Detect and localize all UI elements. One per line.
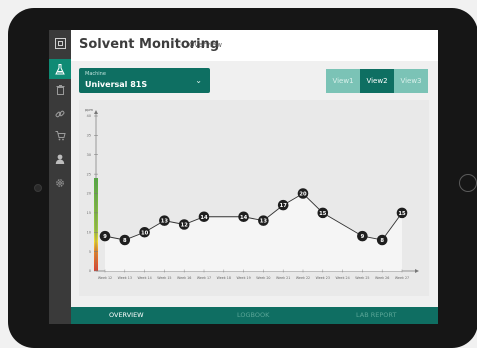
data-label: 8 (380, 238, 384, 244)
link-icon[interactable] (49, 104, 71, 124)
y-tick-label: 0 (89, 269, 91, 273)
data-label: 13 (260, 219, 268, 225)
x-tick-label: Week 24 (335, 276, 349, 280)
x-tick-label: Week 21 (276, 276, 290, 280)
user-icon[interactable] (49, 149, 71, 169)
y-tick-label: 20 (87, 192, 91, 196)
view1-button[interactable]: View1 (326, 69, 360, 93)
tab-overview[interactable]: OVERVIEW (109, 311, 144, 319)
x-tick-label: Week 12 (98, 276, 112, 280)
cart-icon[interactable] (49, 126, 71, 146)
y-tick-label: 30 (87, 153, 91, 157)
y-tick-label: 40 (87, 114, 91, 118)
y-tick-label: 35 (87, 134, 91, 138)
data-label: 13 (161, 219, 169, 225)
x-tick-label: Week 18 (217, 276, 231, 280)
machine-label: Machine (85, 71, 106, 77)
data-label: 14 (240, 215, 248, 221)
data-label: 15 (398, 211, 406, 217)
app-screen: Solvent Monitoring › Overview Machine Un… (49, 30, 438, 324)
tab-lab-report[interactable]: LAB REPORT (356, 311, 396, 319)
data-label: 8 (123, 238, 127, 244)
chevron-down-icon: ⌄ (195, 76, 202, 85)
x-tick-label: Week 17 (197, 276, 211, 280)
view2-button[interactable]: View2 (360, 69, 394, 93)
y-axis-arrow (94, 110, 98, 114)
x-tick-label: Week 25 (355, 276, 369, 280)
tab-logbook[interactable]: LOGBOOK (237, 311, 269, 319)
x-tick-label: Week 13 (118, 276, 132, 280)
data-label: 9 (103, 234, 107, 240)
gear-icon[interactable] (49, 173, 71, 193)
x-tick-label: Week 22 (296, 276, 310, 280)
sidebar (49, 30, 71, 324)
x-tick-label: Week 19 (236, 276, 250, 280)
x-tick-label: Week 20 (256, 276, 270, 280)
data-label: 17 (280, 203, 288, 209)
header: Solvent Monitoring › Overview (71, 30, 438, 61)
view-switcher: View1 View2 View3 (326, 69, 428, 93)
x-tick-label: Week 27 (395, 276, 409, 280)
machine-value: Universal 81S (85, 80, 148, 89)
app-logo-icon[interactable] (49, 33, 71, 53)
x-tick-label: Week 16 (177, 276, 191, 280)
data-label: 20 (299, 192, 307, 198)
x-tick-label: Week 15 (157, 276, 171, 280)
data-label: 10 (141, 230, 149, 236)
breadcrumb[interactable]: Overview (189, 41, 222, 49)
y-tick-label: 10 (87, 230, 91, 234)
view3-button[interactable]: View3 (394, 69, 428, 93)
x-tick-label: Week 23 (316, 276, 330, 280)
data-label: 14 (200, 215, 208, 221)
main-content: Machine Universal 81S ⌄ View1 View2 View… (71, 61, 438, 310)
y-tick-label: 25 (87, 172, 91, 176)
x-tick-label: Week 14 (137, 276, 151, 280)
flask-icon[interactable] (49, 59, 71, 79)
chart-panel: ppm 0 5 10 15 20 25 30 35 40 Week 12 Week 13 Week 14… (79, 100, 429, 296)
camera (34, 184, 42, 192)
bottom-nav: OVERVIEW LOGBOOK LAB REPORT (71, 307, 438, 324)
y-axis-label: ppm (85, 108, 94, 112)
x-axis-arrow (415, 269, 419, 273)
data-label: 9 (361, 234, 365, 240)
y-tick-label: 5 (89, 250, 91, 254)
breadcrumb-separator: › (179, 39, 183, 49)
data-label: 15 (319, 211, 327, 217)
x-tick-label: Week 26 (375, 276, 389, 280)
machine-select[interactable]: Machine Universal 81S ⌄ (79, 68, 210, 93)
trash-icon[interactable] (49, 80, 71, 100)
y-tick-label: 15 (87, 211, 91, 215)
home-button[interactable] (459, 174, 477, 192)
ppm-line-chart: ppm 0 5 10 15 20 25 30 35 40 Week 12 Week 13 Week 14… (85, 108, 419, 280)
data-label: 12 (181, 223, 189, 229)
